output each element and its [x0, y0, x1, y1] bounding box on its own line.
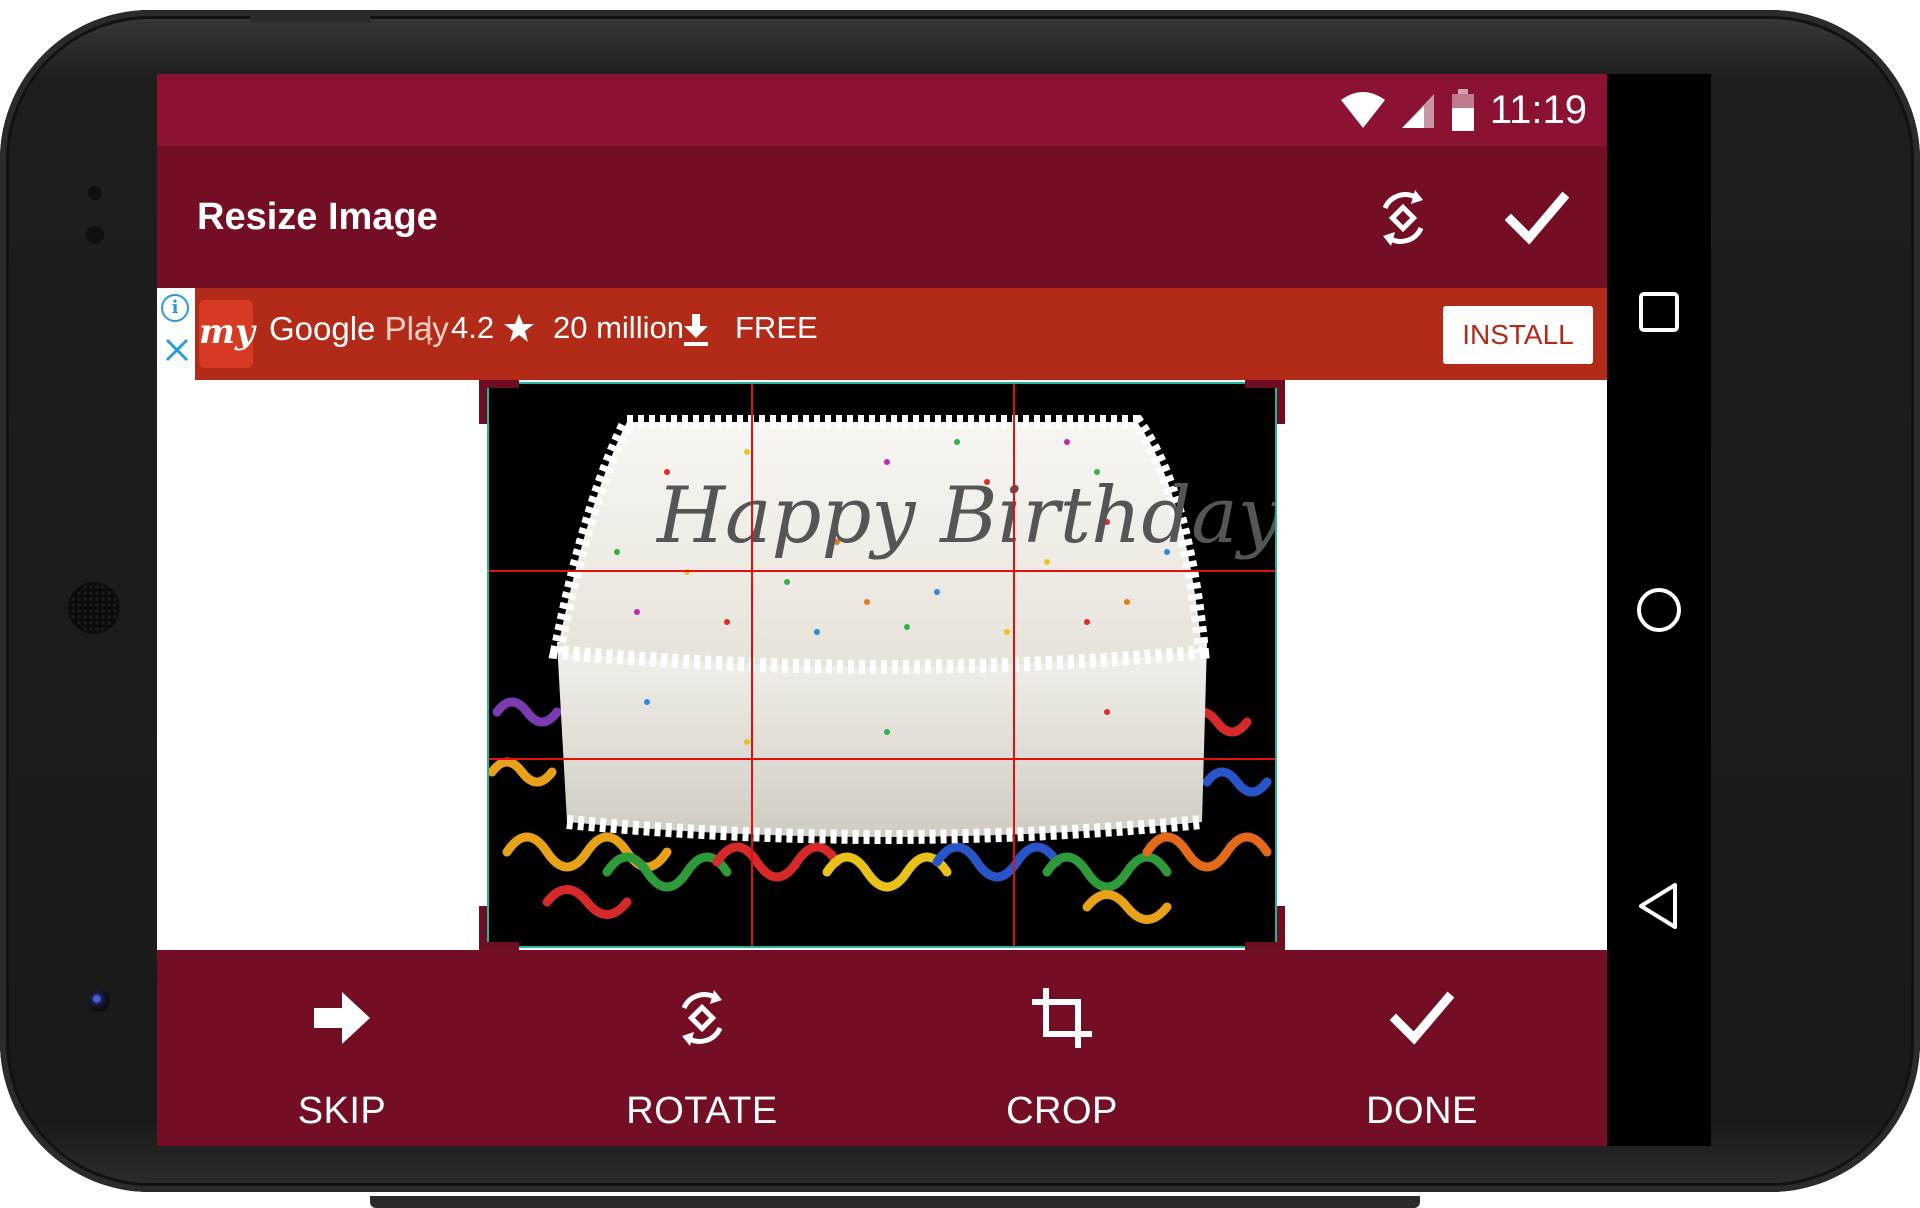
app-bar: Resize Image [157, 146, 1607, 288]
status-bar: 11:19 [157, 74, 1607, 146]
back-triangle-icon [1639, 883, 1677, 929]
editor-workspace: Happy Birthday [157, 380, 1607, 950]
speaker-grille [70, 584, 118, 632]
light-sensor [86, 226, 104, 244]
crop-handle-bottom-left[interactable] [479, 906, 487, 950]
done-button[interactable]: DONE [1312, 950, 1532, 1146]
ad-choices: i [157, 288, 195, 380]
advertiser-logo: my [199, 300, 255, 368]
ad-downloads: 20 million [553, 310, 684, 345]
ad-banner[interactable]: i my Google Play | 4.2 20 million FREE I… [157, 288, 1607, 380]
wifi-icon [1340, 92, 1385, 128]
download-icon [684, 314, 708, 346]
check-icon [1505, 191, 1569, 245]
tablet-frame: 11:19 Resize Image i my Google Play | 4.… [0, 10, 1920, 1208]
star-icon [504, 314, 534, 342]
bottom-edge [370, 1196, 1420, 1208]
skip-label: SKIP [297, 1090, 387, 1132]
grid-line [751, 384, 753, 946]
rotate-icon [681, 990, 723, 1046]
grid-line [489, 758, 1275, 760]
bottom-toolbar: SKIP ROTATE CROP DONE [157, 950, 1607, 1146]
confirm-button[interactable] [1501, 182, 1573, 254]
rotate-label: ROTATE [626, 1090, 778, 1132]
grid-line [489, 570, 1275, 572]
crop-handle-top-left[interactable] [479, 380, 487, 424]
proximity-sensor [88, 186, 102, 200]
rotate-icon [1382, 190, 1424, 246]
crop-icon [1032, 988, 1092, 1048]
back-button[interactable] [1629, 876, 1689, 936]
recents-button[interactable] [1629, 282, 1689, 342]
ad-price: FREE [735, 310, 818, 345]
signal-icon [1401, 94, 1434, 128]
close-icon[interactable] [163, 336, 191, 364]
rotate-tool-button[interactable]: ROTATE [592, 950, 812, 1146]
battery-icon [1451, 89, 1474, 131]
crop-frame[interactable] [487, 382, 1277, 948]
crop-handle-bottom-right[interactable] [1277, 906, 1285, 950]
skip-button[interactable]: SKIP [232, 950, 452, 1146]
front-camera [88, 990, 110, 1012]
rotate-button[interactable] [1367, 182, 1439, 254]
check-icon [1390, 991, 1454, 1045]
crop-button[interactable]: CROP [952, 950, 1172, 1146]
store-name: Google Play [269, 310, 449, 347]
status-time: 11:19 [1489, 87, 1587, 132]
done-label: DONE [1366, 1090, 1478, 1132]
ad-rating: 4.2 [451, 310, 495, 345]
navigation-bar [1607, 74, 1711, 1146]
grid-line [1013, 384, 1015, 946]
page-title: Resize Image [197, 196, 438, 238]
home-circle-icon [1637, 588, 1681, 632]
power-button [250, 10, 370, 22]
ad-divider: | [425, 310, 434, 345]
info-icon[interactable]: i [161, 294, 189, 322]
device-screen: 11:19 Resize Image i my Google Play | 4.… [157, 74, 1711, 1146]
arrow-right-icon [314, 992, 370, 1044]
recents-square-icon [1639, 292, 1679, 332]
install-button[interactable]: INSTALL [1443, 306, 1593, 364]
crop-label: CROP [1006, 1090, 1118, 1132]
crop-handle-top-right[interactable] [1277, 380, 1285, 424]
home-button[interactable] [1629, 580, 1689, 640]
